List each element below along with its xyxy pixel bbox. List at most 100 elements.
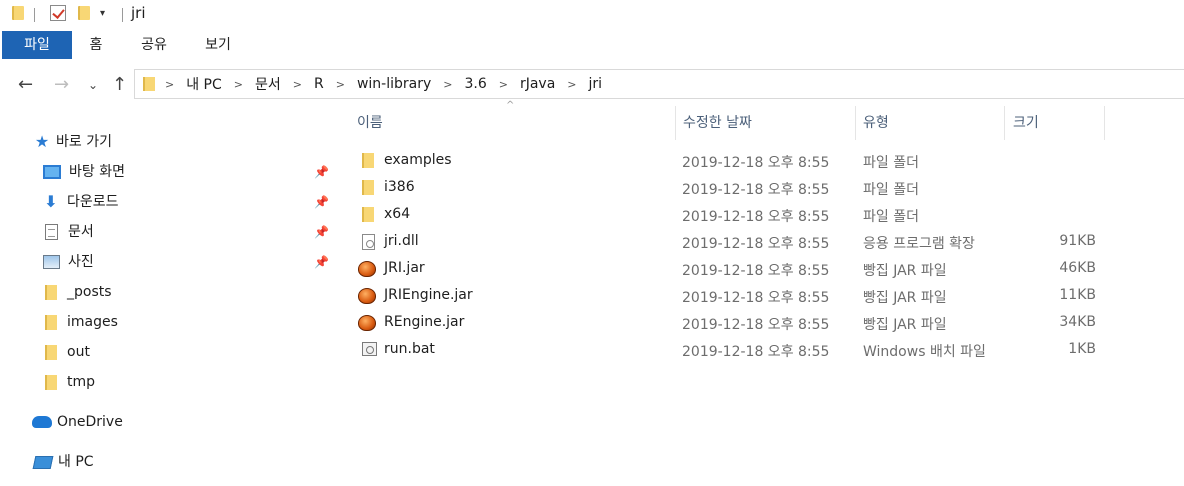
- file-row-jri-dll[interactable]: jri.dll 2019-12-18 오후 8:55 응용 프로그램 확장 91…: [356, 229, 1116, 256]
- file-type: 파일 폴더: [863, 155, 919, 171]
- chevron-right-icon[interactable]: >: [336, 78, 345, 91]
- cloud-icon: [32, 416, 52, 428]
- file-date: 2019-12-18 오후 8:55: [682, 317, 830, 333]
- dll-file-icon: [362, 234, 375, 250]
- properties-icon[interactable]: [50, 5, 66, 21]
- file-type: 파일 폴더: [863, 209, 919, 225]
- forward-icon[interactable]: →: [54, 74, 69, 95]
- breadcrumb-this-pc[interactable]: 내 PC: [186, 74, 222, 94]
- breadcrumb-documents[interactable]: 문서: [255, 74, 281, 94]
- nav-item-downloads[interactable]: ⬇ 다운로드: [43, 188, 118, 216]
- pictures-icon: [43, 255, 60, 269]
- nav-item-pictures[interactable]: 사진: [43, 248, 94, 276]
- ribbon-tabs: 파일 홈 공유 보기: [0, 30, 1184, 60]
- pin-icon[interactable]: 📌: [314, 225, 329, 239]
- column-divider[interactable]: [855, 106, 856, 140]
- pin-icon[interactable]: 📌: [314, 195, 329, 209]
- pin-icon[interactable]: 📌: [314, 255, 329, 269]
- file-row-run-bat[interactable]: run.bat 2019-12-18 오후 8:55 Windows 배치 파일…: [356, 337, 1116, 364]
- folder-icon: [362, 153, 374, 168]
- tab-share[interactable]: 공유: [132, 31, 176, 59]
- file-name: jri.dll: [384, 233, 419, 249]
- file-date: 2019-12-18 오후 8:55: [682, 182, 830, 198]
- column-header-name[interactable]: 이름: [357, 106, 383, 140]
- star-icon: ★: [34, 132, 50, 151]
- jar-file-icon: [358, 315, 376, 331]
- file-row-jriengine-jar[interactable]: JRIEngine.jar 2019-12-18 오후 8:55 빵집 JAR …: [356, 283, 1116, 310]
- folder-icon: [362, 207, 374, 222]
- file-size: 34KB: [1059, 314, 1096, 330]
- file-row-i386[interactable]: i386 2019-12-18 오후 8:55 파일 폴더: [356, 175, 1116, 202]
- new-folder-icon[interactable]: [78, 6, 90, 20]
- column-header-size[interactable]: 크기: [1013, 106, 1039, 140]
- nav-item-desktop[interactable]: 바탕 화면: [43, 158, 125, 186]
- folder-icon: [45, 314, 57, 330]
- file-size: 11KB: [1059, 287, 1096, 303]
- column-divider[interactable]: [1004, 106, 1005, 140]
- chevron-right-icon[interactable]: >: [443, 78, 452, 91]
- file-row-jri-jar[interactable]: JRI.jar 2019-12-18 오후 8:55 빵집 JAR 파일 46K…: [356, 256, 1116, 283]
- up-icon[interactable]: ↑: [112, 74, 127, 95]
- nav-item-posts[interactable]: _posts: [45, 278, 112, 306]
- nav-item-tmp[interactable]: tmp: [45, 368, 95, 396]
- batch-file-icon: [362, 342, 377, 356]
- chevron-right-icon[interactable]: >: [293, 78, 302, 91]
- separator: [34, 8, 35, 22]
- back-icon[interactable]: ←: [18, 74, 33, 95]
- address-row: ← → ⌄ ↑ > 내 PC > 문서 > R > win-library > …: [0, 66, 1184, 102]
- column-header-date[interactable]: 수정한 날짜: [683, 106, 752, 140]
- file-type: Windows 배치 파일: [863, 344, 986, 360]
- breadcrumb-jri[interactable]: jri: [589, 76, 603, 92]
- chevron-right-icon[interactable]: >: [165, 78, 174, 91]
- folder-icon: [12, 6, 24, 20]
- file-name: run.bat: [384, 341, 435, 357]
- jar-file-icon: [358, 288, 376, 304]
- file-row-examples[interactable]: examples 2019-12-18 오후 8:55 파일 폴더: [356, 148, 1116, 175]
- chevron-right-icon[interactable]: >: [499, 78, 508, 91]
- tab-home[interactable]: 홈: [80, 31, 112, 59]
- title-bar: ▾ jri: [0, 0, 1184, 30]
- recent-locations-icon[interactable]: ⌄: [88, 78, 98, 92]
- separator: [122, 8, 123, 22]
- chevron-right-icon[interactable]: >: [234, 78, 243, 91]
- download-icon: ⬇: [44, 192, 58, 211]
- file-name: examples: [384, 152, 452, 168]
- column-divider[interactable]: [675, 106, 676, 140]
- folder-icon: [45, 284, 57, 300]
- customize-toolbar-icon[interactable]: ▾: [100, 8, 105, 19]
- file-list: ^ 이름 수정한 날짜 유형 크기 examples 2019-12-18 오후…: [346, 100, 1184, 486]
- address-bar[interactable]: > 내 PC > 문서 > R > win-library > 3.6 > rJ…: [134, 69, 1184, 99]
- breadcrumb-win-library[interactable]: win-library: [357, 76, 431, 92]
- nav-onedrive[interactable]: OneDrive: [32, 408, 123, 436]
- chevron-right-icon[interactable]: >: [567, 78, 576, 91]
- nav-item-out[interactable]: out: [45, 338, 90, 366]
- window-title: jri: [131, 4, 146, 22]
- nav-quick-access[interactable]: ★ 바로 가기: [34, 128, 112, 156]
- file-size: 1KB: [1068, 341, 1096, 357]
- sort-ascending-icon: ^: [506, 100, 515, 111]
- file-date: 2019-12-18 오후 8:55: [682, 344, 830, 360]
- file-type: 파일 폴더: [863, 182, 919, 198]
- breadcrumb-rjava[interactable]: rJava: [520, 76, 555, 92]
- tab-file[interactable]: 파일: [2, 31, 72, 59]
- nav-this-pc[interactable]: 내 PC: [32, 448, 94, 476]
- breadcrumb-r[interactable]: R: [314, 76, 324, 92]
- file-name: x64: [384, 206, 411, 222]
- nav-item-images[interactable]: images: [45, 308, 118, 336]
- file-name: JRIEngine.jar: [384, 287, 473, 303]
- tab-view[interactable]: 보기: [196, 31, 240, 59]
- folder-icon: [362, 180, 374, 195]
- nav-item-documents[interactable]: 문서: [45, 218, 94, 246]
- file-date: 2019-12-18 오후 8:55: [682, 236, 830, 252]
- column-divider[interactable]: [1104, 106, 1105, 140]
- jar-file-icon: [358, 261, 376, 277]
- file-type: 응용 프로그램 확장: [863, 236, 975, 252]
- file-type: 빵집 JAR 파일: [863, 263, 947, 279]
- pin-icon[interactable]: 📌: [314, 165, 329, 179]
- file-row-x64[interactable]: x64 2019-12-18 오후 8:55 파일 폴더: [356, 202, 1116, 229]
- navigation-pane: ★ 바로 가기 바탕 화면 📌 ⬇ 다운로드 📌 문서 📌 사진 📌 _post…: [0, 106, 335, 486]
- file-row-rengine-jar[interactable]: REngine.jar 2019-12-18 오후 8:55 빵집 JAR 파일…: [356, 310, 1116, 337]
- breadcrumb-3-6[interactable]: 3.6: [464, 76, 486, 92]
- file-type: 빵집 JAR 파일: [863, 290, 947, 306]
- column-header-type[interactable]: 유형: [863, 106, 889, 140]
